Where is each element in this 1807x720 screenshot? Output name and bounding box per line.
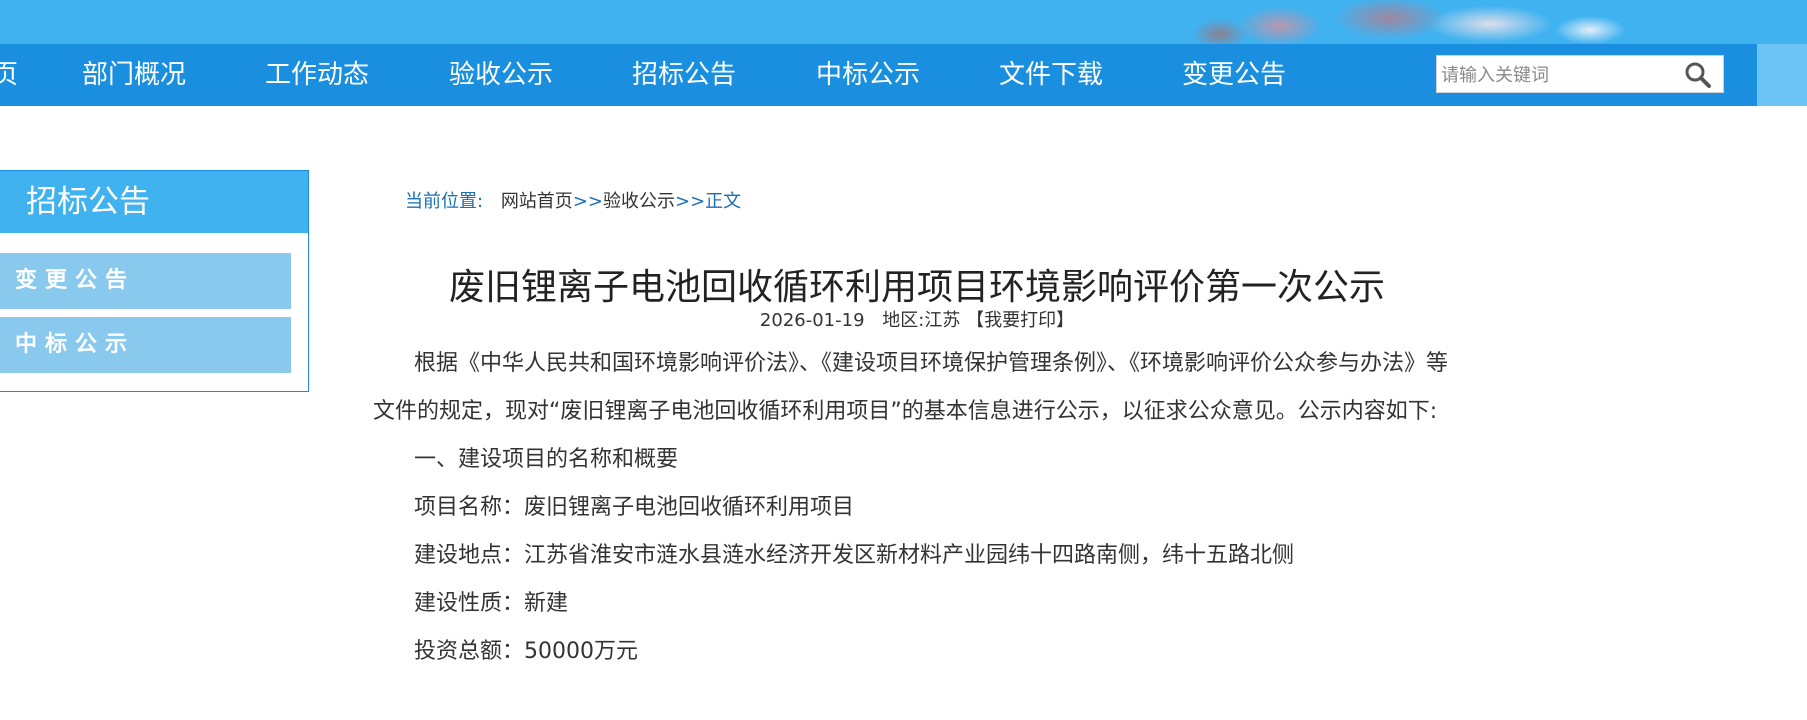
breadcrumb-separator: >> xyxy=(572,191,603,212)
project-location-line: 建设地点：江苏省淮安市涟水县涟水经济开发区新材料产业园纬十四路南侧，纬十五路北侧 xyxy=(414,543,1295,568)
breadcrumb-separator: >> xyxy=(674,191,706,212)
article-date: 2026-01-19 xyxy=(759,310,865,331)
banner-image xyxy=(1160,0,1630,44)
breadcrumb-current[interactable]: 正文 xyxy=(705,191,741,212)
breadcrumb-category[interactable]: 验收公示 xyxy=(603,191,675,212)
region-label: 地区: xyxy=(882,310,925,331)
breadcrumb-home[interactable]: 网站首页 xyxy=(501,191,573,212)
nav-item-tender[interactable]: 招标公告 xyxy=(632,44,736,106)
sidebar: 招标公告 变更公告 中标公示 xyxy=(0,170,309,392)
article-title: 废旧锂离子电池回收循环利用项目环境影响评价第一次公示 xyxy=(448,267,1385,308)
nav-item-work-news[interactable]: 工作动态 xyxy=(265,44,369,106)
project-nature-line: 建设性质：新建 xyxy=(414,591,569,616)
nav-item-department[interactable]: 部门概况 xyxy=(82,44,186,106)
search-box xyxy=(1436,55,1724,93)
intro-paragraph: 根据《中华人民共和国环境影响评价法》、《建设项目环境保护管理条例》、《环境影响评… xyxy=(373,351,1449,424)
sidebar-item-award[interactable]: 中标公示 xyxy=(0,317,291,373)
project-investment-line: 投资总额：50000万元 xyxy=(414,639,638,664)
search-input[interactable] xyxy=(1439,58,1673,92)
nav-item-home[interactable]: 页 xyxy=(0,44,18,106)
nav-edge xyxy=(1757,44,1807,106)
sidebar-title: 招标公告 xyxy=(0,171,308,233)
search-icon[interactable] xyxy=(1683,60,1713,90)
nav-item-award[interactable]: 中标公示 xyxy=(816,44,920,106)
breadcrumb: 当前位置: 网站首页>>验收公示>>正文 xyxy=(405,190,741,214)
nav-item-acceptance[interactable]: 验收公示 xyxy=(449,44,553,106)
section-heading: 一、建设项目的名称和概要 xyxy=(414,447,679,472)
nav-item-changes[interactable]: 变更公告 xyxy=(1182,44,1286,106)
project-name-line: 项目名称：废旧锂离子电池回收循环利用项目 xyxy=(414,495,855,520)
nav-item-downloads[interactable]: 文件下载 xyxy=(999,44,1103,106)
article-meta: 2026-01-19 地区:江苏 【我要打印】 xyxy=(372,306,1462,332)
sidebar-item-changes[interactable]: 变更公告 xyxy=(0,253,291,309)
article-body: 根据《中华人民共和国环境影响评价法》、《建设项目环境保护管理条例》、《环境影响评… xyxy=(373,340,1448,676)
breadcrumb-label: 当前位置: xyxy=(405,191,484,212)
print-link[interactable]: 【我要打印】 xyxy=(966,310,1074,331)
region-value: 江苏 xyxy=(924,310,961,331)
